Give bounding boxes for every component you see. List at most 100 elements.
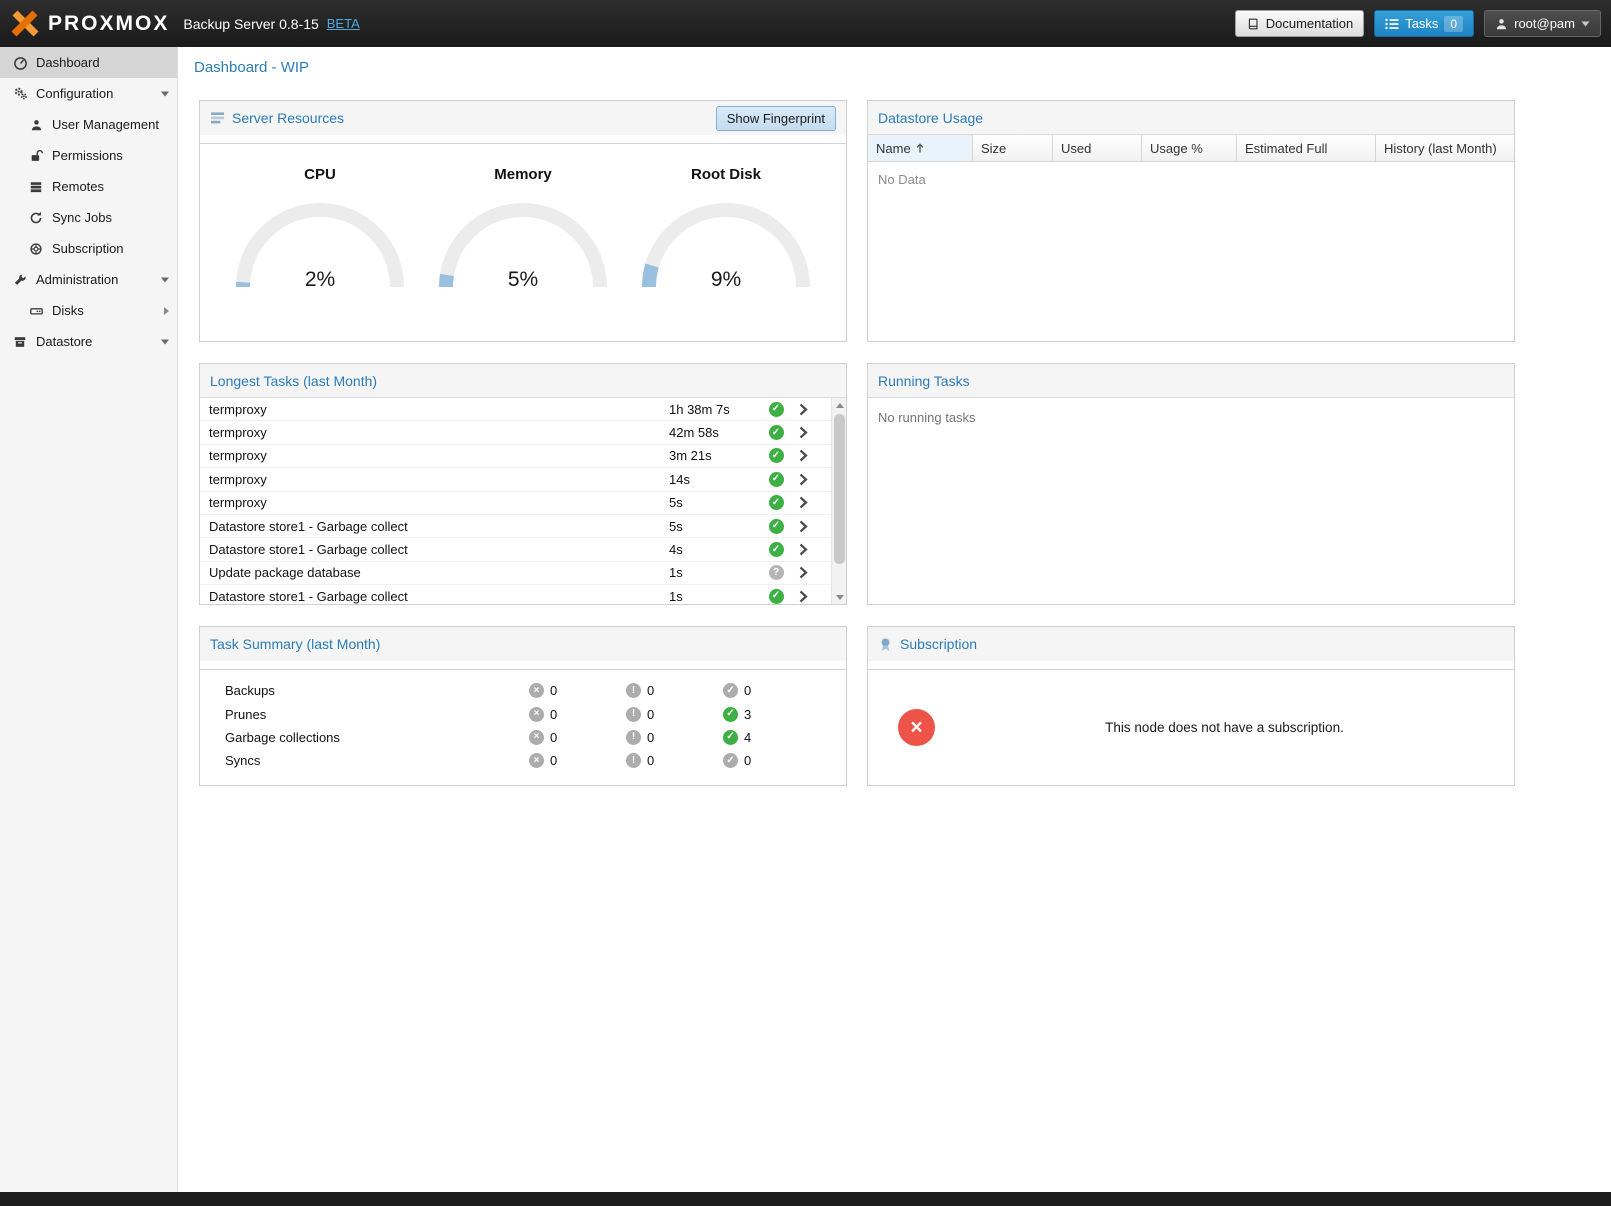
sidebar-item-datastore[interactable]: Datastore — [0, 326, 177, 357]
gears-icon — [12, 86, 28, 102]
chevron-down-icon[interactable] — [161, 339, 169, 344]
error-count: 0 — [550, 730, 557, 745]
column-header-history[interactable]: History (last Month) — [1376, 135, 1514, 161]
task-name: Datastore store1 - Garbage collect — [209, 542, 669, 557]
server-resources-panel: Server Resources Show Fingerprint CPU 2% — [199, 100, 847, 342]
sidebar-item-configuration[interactable]: Configuration — [0, 78, 177, 109]
subscription-header: Subscription — [868, 627, 1514, 661]
refresh-icon — [28, 210, 44, 226]
show-fingerprint-button[interactable]: Show Fingerprint — [716, 106, 836, 131]
chevron-down-icon[interactable] — [161, 91, 169, 96]
sidebar-item-disks[interactable]: Disks — [0, 295, 177, 326]
task-duration: 4s — [669, 542, 765, 557]
task-summary-title: Task Summary (last Month) — [210, 636, 380, 652]
documentation-button[interactable]: Documentation — [1235, 10, 1364, 37]
chevron-right-icon[interactable] — [164, 307, 169, 315]
task-row[interactable]: Update package database 1s ? — [200, 562, 846, 585]
sidebar-item-subscription[interactable]: Subscription — [0, 233, 177, 264]
open-task-chevron-icon[interactable] — [799, 403, 808, 416]
task-row[interactable]: termproxy 42m 58s ✓ — [200, 421, 846, 444]
sidebar-item-sync-jobs[interactable]: Sync Jobs — [0, 202, 177, 233]
task-name: Update package database — [209, 565, 669, 580]
documentation-label: Documentation — [1266, 16, 1353, 31]
datastore-usage-body: Name Size Used Usage % Estimated Full Hi… — [868, 135, 1514, 341]
column-header-size[interactable]: Size — [973, 135, 1053, 161]
sidebar: Dashboard Configuration User Management … — [0, 47, 178, 1192]
resources-icon — [210, 111, 225, 125]
scroll-up-arrow-icon[interactable] — [832, 398, 846, 412]
status-ok-icon: ✓ — [769, 448, 784, 463]
sidebar-item-administration[interactable]: Administration — [0, 264, 177, 295]
scroll-down-arrow-icon[interactable] — [832, 590, 846, 604]
user-menu-label: root@pam — [1514, 16, 1575, 31]
task-row[interactable]: Datastore store1 - Garbage collect 1s ✓ — [200, 585, 846, 604]
open-task-chevron-icon[interactable] — [799, 590, 808, 603]
open-task-chevron-icon[interactable] — [799, 496, 808, 509]
open-task-chevron-icon[interactable] — [799, 449, 808, 462]
task-summary-header: Task Summary (last Month) — [200, 627, 846, 661]
warning-count-icon: ! — [626, 707, 641, 722]
task-name: termproxy — [209, 495, 669, 510]
task-duration: 3m 21s — [669, 448, 765, 463]
tachometer-icon — [12, 55, 28, 71]
status-ok-icon: ✓ — [769, 589, 784, 604]
chevron-down-icon[interactable] — [161, 277, 169, 282]
task-duration: 5s — [669, 519, 765, 534]
error-count-icon: × — [529, 683, 544, 698]
sidebar-item-label: Subscription — [52, 241, 124, 256]
column-header-name[interactable]: Name — [868, 135, 973, 161]
sidebar-item-permissions[interactable]: Permissions — [0, 140, 177, 171]
task-duration: 1h 38m 7s — [669, 402, 765, 417]
user-menu-button[interactable]: root@pam — [1484, 10, 1601, 37]
proxmox-logo: PROXMOX — [10, 9, 169, 39]
column-header-estimated-full[interactable]: Estimated Full — [1237, 135, 1376, 161]
gauge-label: Root Disk — [636, 166, 816, 183]
longest-tasks-list: termproxy 1h 38m 7s ✓ termproxy 42m 58s … — [200, 398, 846, 604]
open-task-chevron-icon[interactable] — [799, 473, 808, 486]
longest-tasks-panel: Longest Tasks (last Month) termproxy 1h … — [199, 363, 847, 605]
task-row[interactable]: termproxy 3m 21s ✓ — [200, 445, 846, 468]
server-resources-title: Server Resources — [232, 110, 344, 126]
task-duration: 5s — [669, 495, 765, 510]
subscription-title: Subscription — [900, 636, 977, 652]
sidebar-item-label: Permissions — [52, 148, 123, 163]
running-tasks-header: Running Tasks — [868, 364, 1514, 398]
wrench-icon — [12, 272, 28, 288]
support-icon — [28, 241, 44, 257]
warning-count: 0 — [647, 707, 654, 722]
warning-count-icon: ! — [626, 753, 641, 768]
root-disk-gauge: Root Disk 9% — [636, 166, 816, 294]
datastore-usage-title: Datastore Usage — [878, 110, 983, 126]
open-task-chevron-icon[interactable] — [799, 543, 808, 556]
scrollbar[interactable] — [831, 398, 846, 604]
column-header-usage-pct[interactable]: Usage % — [1142, 135, 1237, 161]
sidebar-item-label: Configuration — [36, 86, 113, 101]
tasks-button[interactable]: Tasks 0 — [1374, 10, 1474, 37]
status-ok-icon: ✓ — [769, 542, 784, 557]
scrollbar-thumb[interactable] — [834, 414, 845, 564]
sidebar-item-user-management[interactable]: User Management — [0, 109, 177, 140]
no-data-text: No Data — [868, 162, 1514, 197]
task-row[interactable]: termproxy 5s ✓ — [200, 492, 846, 515]
task-row[interactable]: Datastore store1 - Garbage collect 4s ✓ — [200, 538, 846, 561]
task-row[interactable]: termproxy 14s ✓ — [200, 468, 846, 491]
page-title: Dashboard - WIP — [178, 47, 1611, 87]
sidebar-item-label: Datastore — [36, 334, 92, 349]
error-count: 0 — [550, 707, 557, 722]
user-icon — [28, 117, 44, 133]
open-task-chevron-icon[interactable] — [799, 426, 808, 439]
open-task-chevron-icon[interactable] — [799, 520, 808, 533]
sidebar-item-dashboard[interactable]: Dashboard — [0, 47, 177, 78]
open-task-chevron-icon[interactable] — [799, 566, 808, 579]
gauge-value: 2% — [230, 268, 410, 292]
beta-link[interactable]: BETA — [327, 16, 360, 31]
summary-label: Syncs — [200, 753, 529, 768]
error-count: 0 — [550, 753, 557, 768]
ok-count: 4 — [744, 730, 751, 745]
task-row[interactable]: Datastore store1 - Garbage collect 5s ✓ — [200, 515, 846, 538]
column-header-used[interactable]: Used — [1053, 135, 1142, 161]
sidebar-item-remotes[interactable]: Remotes — [0, 171, 177, 202]
task-row[interactable]: termproxy 1h 38m 7s ✓ — [200, 398, 846, 421]
datastore-usage-panel: Datastore Usage Name Size Used Usage % E… — [867, 100, 1515, 342]
memory-gauge: Memory 5% — [433, 166, 613, 294]
